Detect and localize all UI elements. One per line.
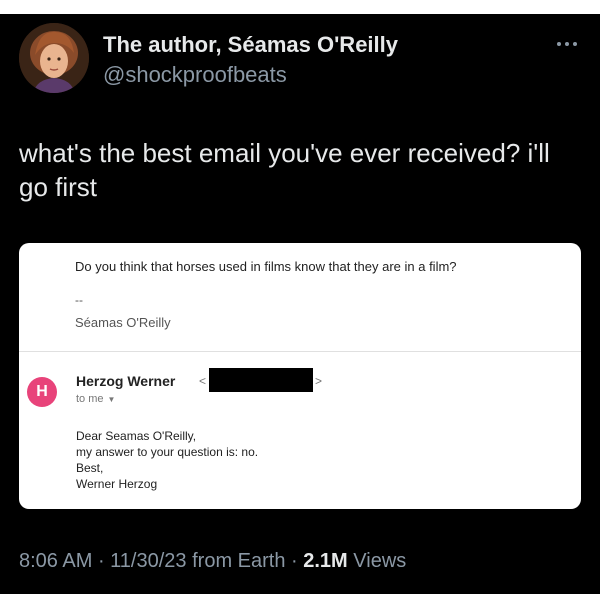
separator-dot: ·: [97, 550, 111, 572]
more-horizontal-icon[interactable]: [552, 36, 582, 52]
reply-line: Dear Seamas O'Reilly,: [76, 429, 197, 443]
sender-email-bracket: >: [315, 374, 323, 388]
tweet-date[interactable]: 11/30/23: [110, 550, 186, 572]
recipient-dropdown[interactable]: to me ▼: [76, 393, 115, 405]
chevron-down-icon: ▼: [107, 395, 116, 404]
original-email-question: Do you think that horses used in films k…: [75, 259, 457, 274]
views-count[interactable]: 2.1M: [303, 550, 347, 572]
author-avatar[interactable]: [19, 23, 89, 93]
tweet-time[interactable]: 8:06 AM: [19, 550, 92, 572]
reply-body: Dear Seamas O'Reilly, my answer to your …: [76, 428, 258, 492]
author-name[interactable]: The author, Séamas O'Reilly: [103, 32, 398, 58]
signature-dash: --: [75, 293, 83, 307]
tweet-card: The author, Séamas O'Reilly @shockproofb…: [0, 14, 600, 594]
signature-name: Séamas O'Reilly: [75, 315, 171, 330]
reply-line: Best,: [76, 461, 104, 475]
views-label: Views: [353, 550, 407, 572]
avatar-illustration: [19, 23, 89, 93]
sender-avatar: H: [27, 377, 57, 407]
divider: [19, 351, 581, 352]
dot: [573, 42, 577, 46]
sender-email-bracket: <: [199, 374, 207, 388]
tweet-text-line: what's the best email you've ever receiv…: [19, 138, 550, 168]
dot: [565, 42, 569, 46]
reply-line: Werner Herzog: [76, 477, 158, 491]
recipient-label: to me: [76, 393, 104, 405]
tweet-meta: 8:06 AM · 11/30/23 from Earth · 2.1M Vie…: [19, 550, 406, 573]
redaction-bar: [209, 368, 313, 392]
sender-name: Herzog Werner: [76, 373, 176, 389]
dot: [557, 42, 561, 46]
reply-line: my answer to your question is: no.: [76, 445, 259, 459]
tweet-text-line: go first: [19, 172, 98, 202]
email-screenshot[interactable]: Do you think that horses used in films k…: [19, 243, 581, 509]
author-handle[interactable]: @shockproofbeats: [103, 62, 287, 88]
separator-dot: ·: [291, 550, 304, 572]
tweet-text: what's the best email you've ever receiv…: [19, 136, 589, 204]
tweet-source: from Earth: [192, 550, 286, 572]
